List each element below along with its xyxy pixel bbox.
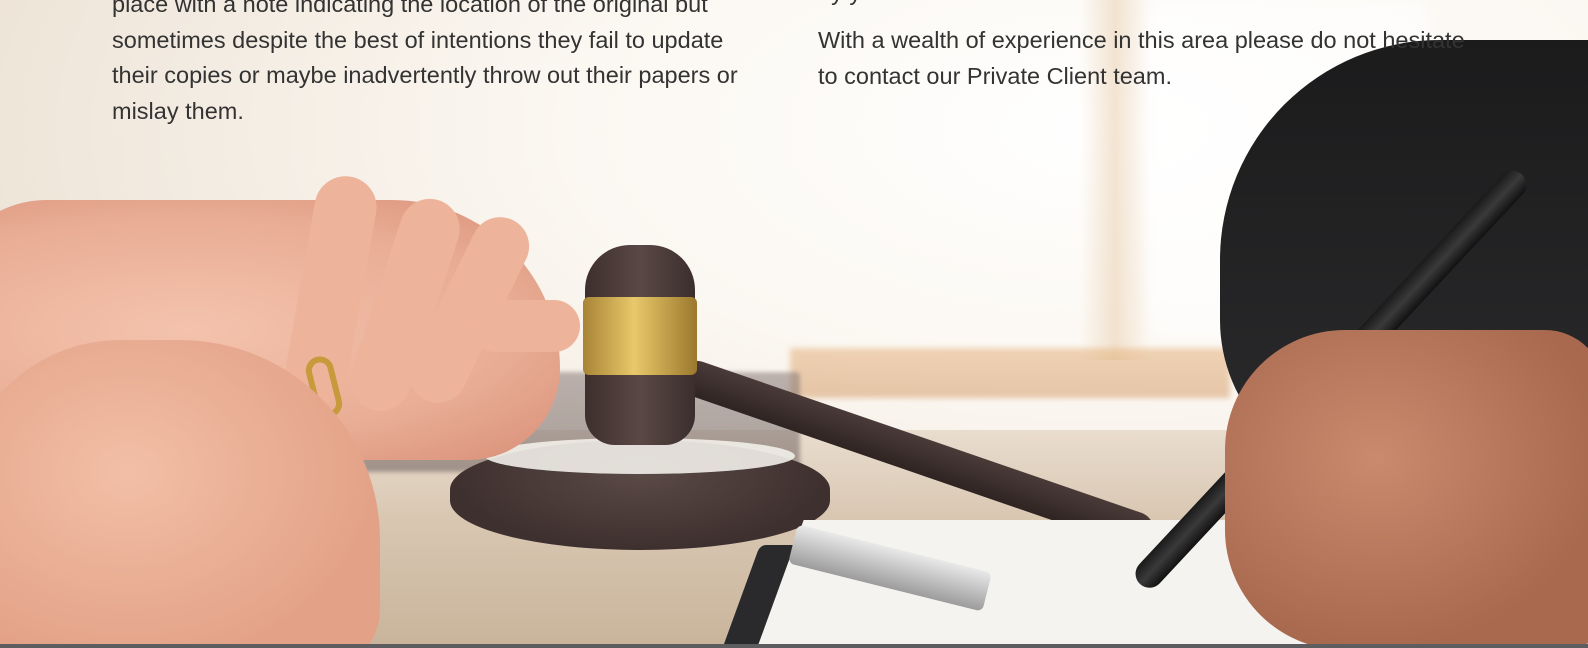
right-paragraph: With a wealth of experience in this area… bbox=[818, 27, 1465, 89]
lawyer-hand bbox=[1225, 330, 1588, 648]
wooden-shelf bbox=[790, 348, 1230, 398]
client-finger bbox=[470, 300, 580, 352]
bottom-divider bbox=[0, 644, 1588, 648]
right-partial-line: by y bbox=[818, 0, 1478, 11]
left-paragraph: place with a note indicating the locatio… bbox=[112, 0, 738, 124]
gavel-gold-band bbox=[583, 297, 697, 375]
